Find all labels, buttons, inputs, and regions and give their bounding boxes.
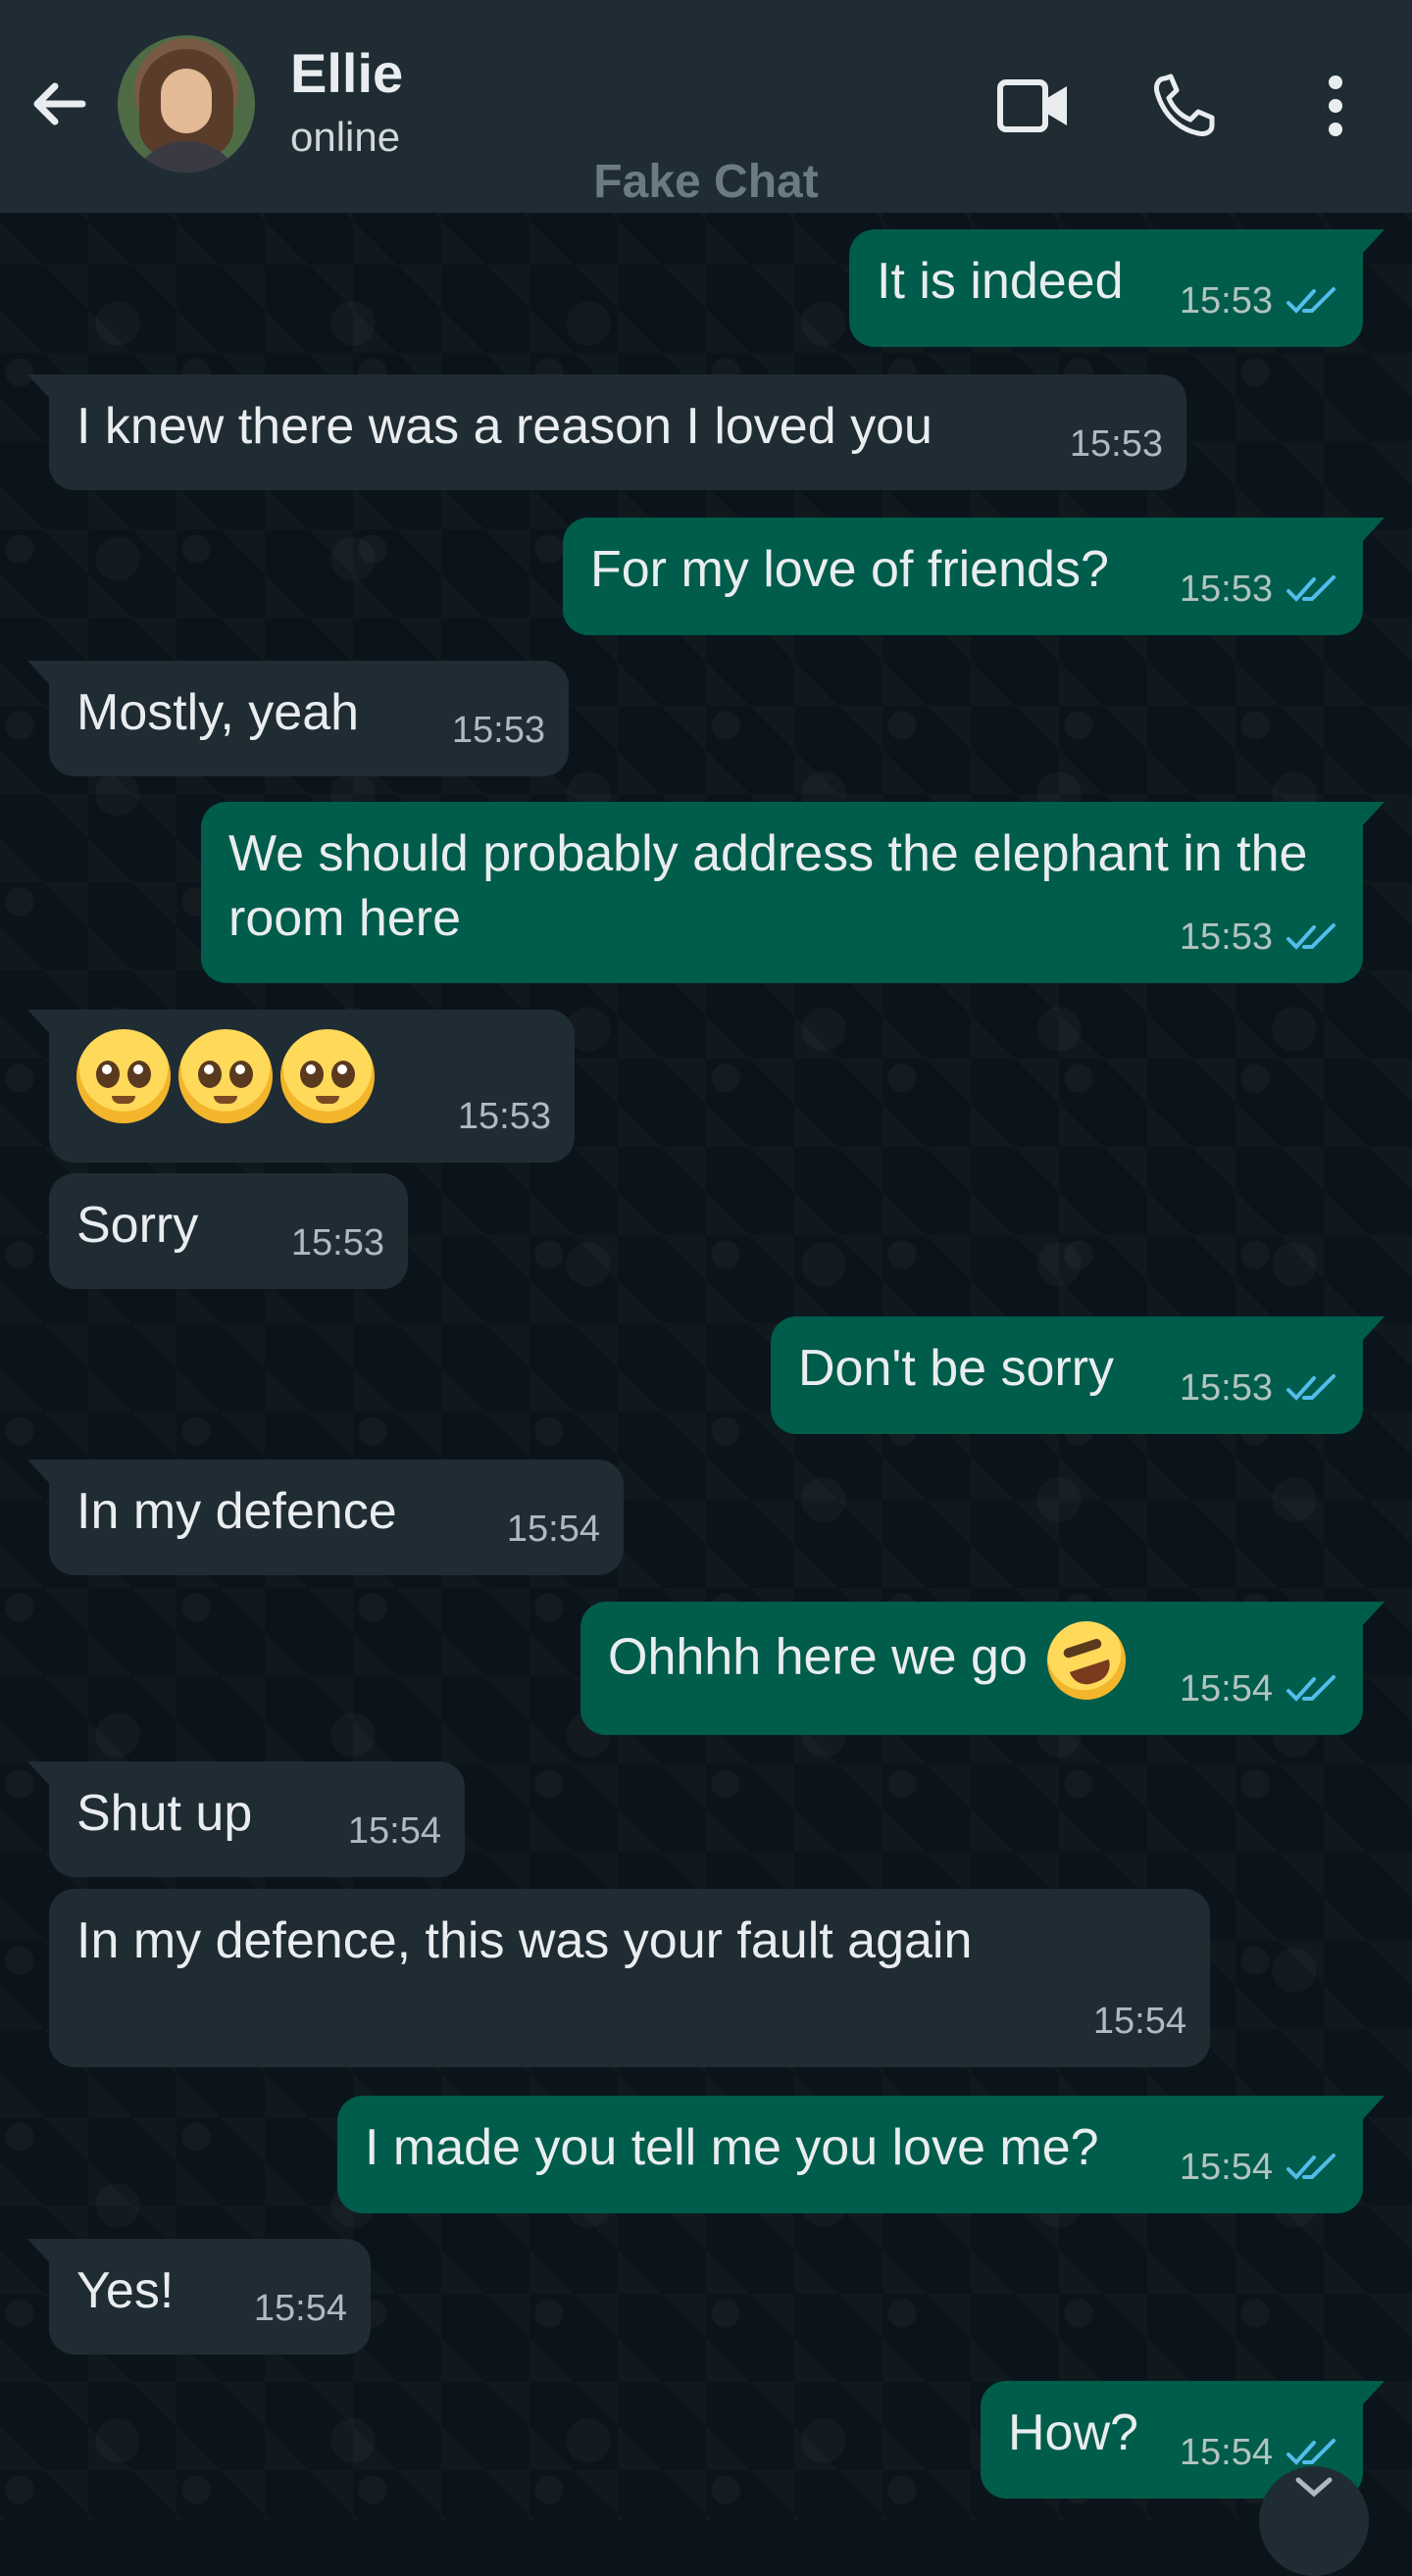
watermark-text: Fake Chat (593, 156, 819, 208)
message-outgoing[interactable]: For my love of friends? 15:53 (563, 518, 1385, 635)
message-text: Don't be sorry (798, 1340, 1115, 1397)
message-text: We should probably address the elephant … (228, 825, 1322, 947)
message-text: How? (1008, 2404, 1138, 2461)
double-check-read-icon (1286, 2154, 1336, 2180)
message-time: 15:53 (290, 1222, 384, 1263)
message-incoming[interactable]: Yes! 15:54 (27, 2239, 371, 2354)
message-time: 15:53 (1179, 280, 1273, 322)
message-outgoing[interactable]: Don't be sorry 15:53 (771, 1316, 1385, 1434)
more-options-button[interactable] (1286, 59, 1385, 153)
message-time: 15:54 (1092, 2001, 1186, 2042)
message-text: Mostly, yeah (76, 684, 360, 741)
message-incoming[interactable]: In my defence, this was your fault again… (49, 1889, 1210, 2067)
message-time: 15:53 (451, 710, 545, 751)
message-time: 15:53 (1069, 423, 1163, 465)
voice-call-icon (1154, 74, 1215, 136)
message-time: 15:53 (457, 1096, 551, 1137)
message-incoming[interactable]: In my defence 15:54 (27, 1460, 624, 1575)
pleading-face-emoji-icon (76, 1029, 171, 1123)
message-time: 15:54 (347, 1810, 441, 1852)
contact-name[interactable]: Ellie (290, 41, 403, 105)
message-time: 15:53 (1179, 569, 1273, 610)
video-call-icon (997, 79, 1067, 132)
message-text: For my love of friends? (590, 541, 1109, 598)
message-text: Sorry (76, 1197, 199, 1254)
message-time: 15:54 (506, 1509, 600, 1550)
message-incoming[interactable]: Shut up 15:54 (27, 1761, 465, 1877)
message-outgoing[interactable]: Ohhhh here we go 15:54 (580, 1602, 1385, 1735)
video-call-button[interactable] (984, 59, 1083, 153)
message-text: Ohhhh here we go (608, 1628, 1042, 1686)
message-incoming[interactable]: 🥹🥹🥹 15:53 (27, 1010, 575, 1163)
message-list[interactable]: It is indeed 15:53 I knew there was a re… (0, 213, 1412, 2520)
message-time: 15:54 (1179, 2147, 1273, 2188)
pleading-face-emoji-icon (280, 1029, 375, 1123)
message-time: 15:54 (1179, 1668, 1273, 1709)
message-time: 15:54 (1179, 2432, 1273, 2473)
message-text: In my defence, this was your fault again (76, 1912, 973, 1969)
message-text: In my defence (76, 1483, 397, 1540)
contact-avatar[interactable] (118, 35, 255, 173)
message-outgoing[interactable]: It is indeed 15:53 (849, 229, 1385, 347)
back-arrow-icon[interactable] (27, 73, 90, 135)
message-incoming[interactable]: I knew there was a reason I loved you 15… (27, 374, 1186, 490)
pleading-face-emoji-icon (178, 1029, 273, 1123)
message-text: Shut up (76, 1785, 253, 1842)
message-text: I knew there was a reason I loved you (76, 398, 933, 455)
message-outgoing[interactable]: I made you tell me you love me? 15:54 (337, 2096, 1385, 2213)
message-text: I made you tell me you love me? (365, 2119, 1099, 2176)
message-text: Yes! (76, 2262, 175, 2319)
message-outgoing[interactable]: We should probably address the elephant … (201, 802, 1385, 983)
double-check-read-icon (1286, 1374, 1336, 1401)
message-time: 15:53 (1179, 1367, 1273, 1409)
message-time: 15:53 (1179, 916, 1273, 958)
message-incoming[interactable]: Sorry 15:53 (49, 1173, 408, 1289)
message-text: It is indeed (877, 253, 1124, 310)
double-check-read-icon (1286, 923, 1336, 950)
message-time: 15:54 (253, 2288, 347, 2329)
rolling-laughing-emoji-icon (1036, 1610, 1136, 1710)
scroll-to-bottom-button[interactable] (1259, 2466, 1369, 2576)
voice-call-button[interactable] (1135, 59, 1234, 153)
double-check-read-icon (1286, 1675, 1336, 1702)
contact-status: online (290, 114, 401, 160)
double-check-read-icon (1286, 575, 1336, 602)
more-options-icon (1329, 75, 1342, 136)
chevron-down-icon (1295, 2477, 1333, 2498)
message-incoming[interactable]: Mostly, yeah 15:53 (27, 661, 569, 776)
double-check-read-icon (1286, 2439, 1336, 2465)
double-check-read-icon (1286, 287, 1336, 314)
